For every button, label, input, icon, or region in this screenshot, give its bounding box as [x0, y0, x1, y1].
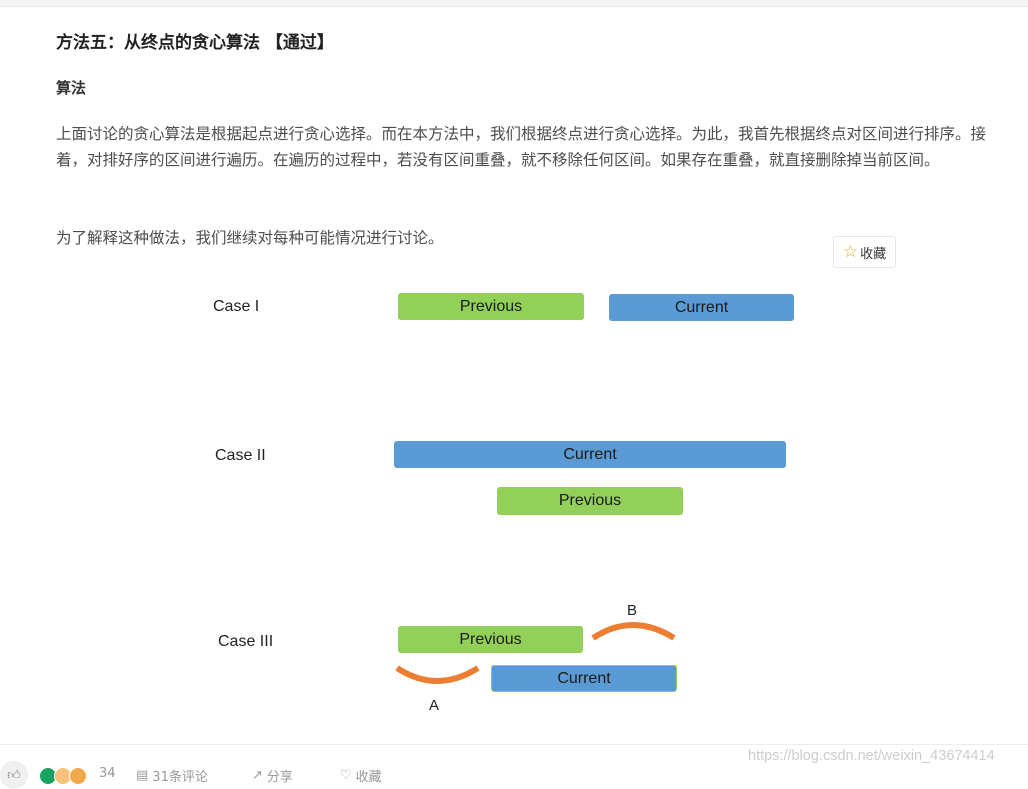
reaction-avatar [69, 767, 87, 785]
overlap-arcs [395, 622, 676, 684]
favorite-button-label: 收藏 [860, 246, 887, 262]
share-label: 分享 [266, 770, 293, 785]
section-heading: 方法五：从终点的贪心算法 【通过】 [56, 33, 334, 53]
arc-b [591, 622, 676, 641]
paragraph: 上面讨论的贪心算法是根据起点进行贪心选择。而在本方法中，我们根据终点进行贪心选择… [56, 125, 987, 169]
reaction-count: 34 [99, 766, 116, 781]
interval-bar-previous: Previous [398, 626, 583, 653]
favorite-footer-button[interactable]: ♡ 收藏 [340, 766, 382, 785]
interval-bar-current: Current [609, 294, 794, 321]
reaction-avatars[interactable] [39, 767, 87, 785]
interval-bar-previous: Previous [497, 487, 683, 515]
heart-icon: ♡ [340, 768, 352, 783]
case-label: Case I [213, 298, 260, 315]
top-strip [0, 0, 1028, 7]
arc-a [395, 665, 480, 684]
interval-bar-current: Current [394, 441, 786, 468]
case-label: Case II [215, 447, 266, 464]
comment-icon: ▤ [136, 768, 149, 783]
arc-label-a: A [429, 697, 440, 714]
interval-bar-current: Current [491, 665, 677, 692]
arc-label-b: B [627, 602, 638, 619]
interval-bar-previous: Previous [398, 293, 584, 320]
watermark: https://blog.csdn.net/weixin_43674414 [748, 748, 995, 764]
star-outline-icon: ☆ [842, 241, 859, 262]
comments-label: 31条评论 [152, 770, 208, 785]
case-label: Case III [218, 633, 274, 650]
comments-button[interactable]: ▤ 31条评论 [136, 766, 208, 785]
share-icon: ↗ [252, 768, 263, 783]
subheading: 算法 [56, 79, 87, 97]
favorite-button[interactable]: ☆ 收藏 [833, 236, 896, 268]
thumbs-up-icon: 👍︎ [7, 767, 21, 783]
like-button[interactable]: 👍︎ [0, 761, 28, 789]
share-button[interactable]: ↗ 分享 [252, 766, 293, 785]
footer-divider [0, 744, 1028, 745]
favorite-label: 收藏 [355, 770, 382, 785]
